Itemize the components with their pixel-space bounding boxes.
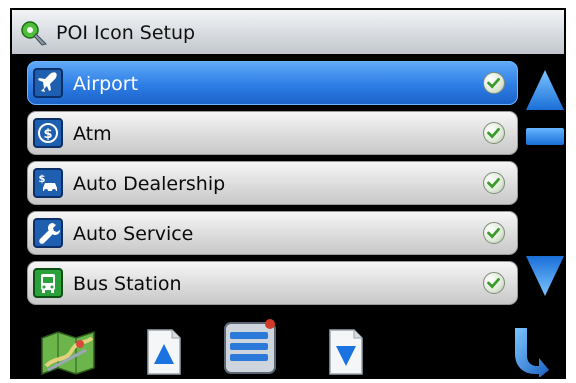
- list-item-atm[interactable]: $ Atm: [27, 111, 518, 155]
- airplane-icon: [33, 68, 63, 98]
- poi-setup-icon: [21, 21, 47, 46]
- check-icon[interactable]: [483, 72, 505, 94]
- list-view-icon[interactable]: [222, 318, 280, 376]
- item-label: Auto Service: [73, 223, 194, 245]
- list-item-auto-service[interactable]: Auto Service: [27, 211, 518, 255]
- check-icon[interactable]: [483, 172, 505, 194]
- back-icon[interactable]: [505, 326, 549, 378]
- list-item-auto-dealership[interactable]: $ Auto Dealership: [27, 161, 518, 205]
- scrollbar-thumb[interactable]: [526, 128, 564, 145]
- check-icon[interactable]: [483, 272, 505, 294]
- dollar-icon: $: [33, 118, 63, 148]
- check-icon[interactable]: [483, 122, 505, 144]
- bottom-toolbar: [12, 306, 564, 378]
- page-down-icon[interactable]: [328, 328, 364, 376]
- title-bar: POI Icon Setup: [12, 10, 564, 56]
- item-label: Atm: [73, 123, 112, 145]
- svg-text:$: $: [39, 174, 46, 185]
- app-window: POI Icon Setup Airport $ Atm $ Auto Deal…: [10, 8, 566, 379]
- svg-text:$: $: [43, 127, 52, 142]
- list-item-airport[interactable]: Airport: [27, 61, 518, 105]
- window-title: POI Icon Setup: [56, 22, 196, 44]
- item-label: Bus Station: [73, 273, 182, 295]
- bus-icon: [33, 268, 63, 298]
- scroll-down-arrow[interactable]: [524, 254, 566, 298]
- wrench-icon: [33, 218, 63, 248]
- car-dealer-icon: $: [33, 168, 63, 198]
- list-item-bus-station[interactable]: Bus Station: [27, 261, 518, 305]
- check-icon[interactable]: [483, 222, 505, 244]
- scroll-up-arrow[interactable]: [524, 68, 566, 112]
- item-label: Auto Dealership: [73, 173, 226, 195]
- map-icon[interactable]: [38, 326, 98, 376]
- item-label: Airport: [73, 73, 139, 95]
- page-up-icon[interactable]: [146, 328, 182, 376]
